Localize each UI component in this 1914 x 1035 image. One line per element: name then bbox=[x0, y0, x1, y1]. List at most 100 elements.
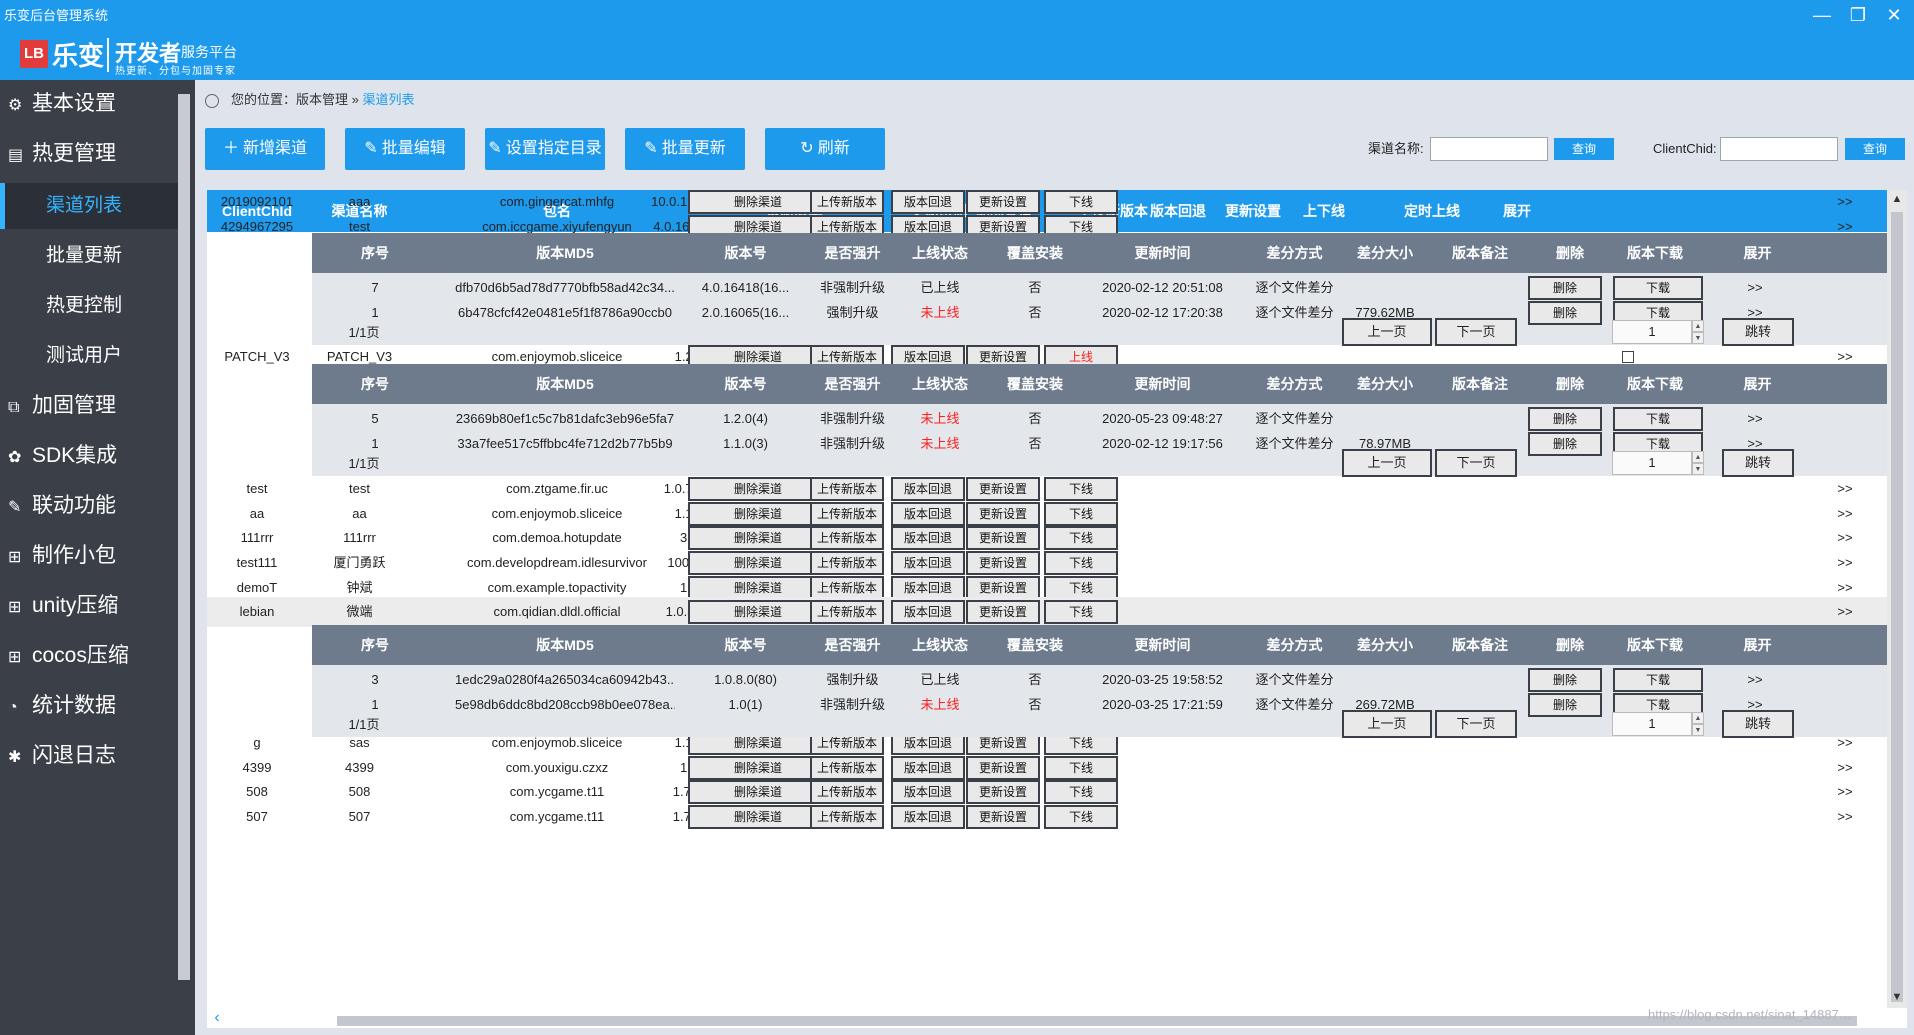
nav-cocos-compress[interactable]: ⊞ cocos压缩 bbox=[0, 632, 178, 680]
add-channel-button[interactable]: ＋新增渠道 bbox=[205, 128, 325, 170]
horizontal-scroll-thumb[interactable] bbox=[337, 1016, 1857, 1026]
next-page-button[interactable]: 下一页 bbox=[1435, 710, 1517, 738]
page-number-input[interactable]: 1 bbox=[1612, 451, 1692, 475]
offline-button[interactable]: 下线 bbox=[1044, 780, 1118, 804]
delete-channel-button[interactable]: 删除渠道 bbox=[688, 526, 828, 550]
update-settings-button[interactable]: 更新设置 bbox=[966, 805, 1040, 829]
offline-button[interactable]: 下线 bbox=[1044, 526, 1118, 550]
next-page-button[interactable]: 下一页 bbox=[1435, 449, 1517, 477]
update-settings-button[interactable]: 更新设置 bbox=[966, 190, 1040, 214]
delete-channel-button[interactable]: 删除渠道 bbox=[688, 551, 828, 575]
nav-basic-settings[interactable]: ⚙ 基本设置 bbox=[0, 80, 178, 128]
delete-version-button[interactable]: 删除 bbox=[1528, 668, 1602, 692]
subtable-header: 序号 版本MD5 版本号 是否强升 上线状态 覆盖安装 更新时间 差分方式 差分大小 版本备注 删除… bbox=[312, 364, 1887, 404]
upload-version-button[interactable]: 上传新版本 bbox=[810, 600, 884, 624]
channel-query-button[interactable]: 查询 bbox=[1554, 138, 1614, 160]
page-number-input[interactable]: 1 bbox=[1612, 712, 1692, 736]
delete-version-button[interactable]: 删除 bbox=[1528, 432, 1602, 456]
delete-channel-button[interactable]: 删除渠道 bbox=[688, 780, 828, 804]
page-stepper-down[interactable]: ▼ bbox=[1692, 332, 1704, 344]
set-directory-button[interactable]: ✎ 设置指定目录 bbox=[485, 128, 605, 170]
delete-version-button[interactable]: 删除 bbox=[1528, 693, 1602, 717]
clientchid-query-button[interactable]: 查询 bbox=[1845, 138, 1905, 160]
nav-test-users[interactable]: 测试用户 bbox=[0, 333, 178, 379]
rollback-button[interactable]: 版本回退 bbox=[891, 805, 965, 829]
vertical-scroll-thumb[interactable] bbox=[1891, 212, 1903, 1002]
rollback-button[interactable]: 版本回退 bbox=[891, 600, 965, 624]
upload-version-button[interactable]: 上传新版本 bbox=[810, 551, 884, 575]
offline-button[interactable]: 下线 bbox=[1044, 190, 1118, 214]
nav-unity-compress[interactable]: ⊞ unity压缩 bbox=[0, 582, 178, 630]
download-version-button[interactable]: 下载 bbox=[1613, 668, 1703, 692]
delete-version-button[interactable]: 删除 bbox=[1528, 276, 1602, 300]
rollback-button[interactable]: 版本回退 bbox=[891, 477, 965, 501]
upload-version-button[interactable]: 上传新版本 bbox=[810, 805, 884, 829]
page-stepper-up[interactable]: ▲ bbox=[1692, 712, 1704, 724]
scroll-up-arrow[interactable]: ▲ bbox=[1887, 190, 1907, 208]
nav-small-pack[interactable]: ⊞ 制作小包 bbox=[0, 532, 178, 580]
upload-version-button[interactable]: 上传新版本 bbox=[810, 526, 884, 550]
nav-linkage[interactable]: ✎ 联动功能 bbox=[0, 482, 178, 530]
breadcrumb-current[interactable]: 渠道列表 bbox=[363, 92, 415, 107]
rollback-button[interactable]: 版本回退 bbox=[891, 780, 965, 804]
offline-button[interactable]: 下线 bbox=[1044, 477, 1118, 501]
restore-button[interactable]: ❐ bbox=[1840, 2, 1876, 28]
nav-sdk[interactable]: ✿ SDK集成 bbox=[0, 432, 178, 480]
update-settings-button[interactable]: 更新设置 bbox=[966, 477, 1040, 501]
offline-button[interactable]: 下线 bbox=[1044, 551, 1118, 575]
delete-version-button[interactable]: 删除 bbox=[1528, 301, 1602, 325]
prev-page-button[interactable]: 上一页 bbox=[1342, 318, 1432, 346]
breadcrumb-parent[interactable]: 版本管理 bbox=[296, 92, 348, 107]
delete-version-button[interactable]: 删除 bbox=[1528, 407, 1602, 431]
download-version-button[interactable]: 下载 bbox=[1613, 407, 1703, 431]
page-stepper-down[interactable]: ▼ bbox=[1692, 724, 1704, 736]
scroll-down-arrow[interactable]: ▼ bbox=[1887, 988, 1907, 1006]
schedule-checkbox[interactable] bbox=[1622, 351, 1634, 363]
minimize-button[interactable]: — bbox=[1804, 2, 1840, 28]
batch-edit-button[interactable]: ✎ 批量编辑 bbox=[345, 128, 465, 170]
page-stepper-up[interactable]: ▲ bbox=[1692, 320, 1704, 332]
rollback-button[interactable]: 版本回退 bbox=[891, 551, 965, 575]
nav-batch-update[interactable]: 批量更新 bbox=[0, 233, 178, 279]
update-settings-button[interactable]: 更新设置 bbox=[966, 600, 1040, 624]
page-stepper-down[interactable]: ▼ bbox=[1692, 463, 1704, 475]
delete-channel-button[interactable]: 删除渠道 bbox=[688, 477, 828, 501]
download-version-button[interactable]: 下载 bbox=[1613, 276, 1703, 300]
nav-channel-list[interactable]: 渠道列表 bbox=[0, 183, 178, 229]
prev-page-button[interactable]: 上一页 bbox=[1342, 710, 1432, 738]
batch-update-button[interactable]: ✎ 批量更新 bbox=[625, 128, 745, 170]
nav-reinforce[interactable]: ⧉ 加固管理 bbox=[0, 382, 178, 430]
update-settings-button[interactable]: 更新设置 bbox=[966, 780, 1040, 804]
page-stepper-up[interactable]: ▲ bbox=[1692, 451, 1704, 463]
update-settings-button[interactable]: 更新设置 bbox=[966, 551, 1040, 575]
expand-toggle[interactable]: >> bbox=[1820, 802, 1870, 832]
channel-name-input[interactable] bbox=[1430, 137, 1548, 161]
jump-page-button[interactable]: 跳转 bbox=[1722, 318, 1794, 346]
delete-channel-button[interactable]: 删除渠道 bbox=[688, 600, 828, 624]
scroll-left-arrow[interactable]: ‹ bbox=[207, 1008, 227, 1028]
nav-hot-update[interactable]: ▤ 热更管理 bbox=[0, 130, 178, 178]
delete-channel-button[interactable]: 删除渠道 bbox=[688, 190, 828, 214]
clientchid-input[interactable] bbox=[1720, 137, 1838, 161]
rollback-button[interactable]: 版本回退 bbox=[891, 190, 965, 214]
page-number-input[interactable]: 1 bbox=[1612, 320, 1692, 344]
update-settings-button[interactable]: 更新设置 bbox=[966, 526, 1040, 550]
expand-toggle[interactable]: >> bbox=[1820, 597, 1870, 627]
offline-button[interactable]: 下线 bbox=[1044, 600, 1118, 624]
nav-statistics[interactable]: ◔ 统计数据 bbox=[0, 682, 178, 730]
nav-hot-control[interactable]: 热更控制 bbox=[0, 283, 178, 329]
next-page-button[interactable]: 下一页 bbox=[1435, 318, 1517, 346]
refresh-button[interactable]: ↻ 刷新 bbox=[765, 128, 885, 170]
jump-page-button[interactable]: 跳转 bbox=[1722, 710, 1794, 738]
close-button[interactable]: ✕ bbox=[1876, 2, 1912, 28]
sidebar-scrollbar[interactable] bbox=[178, 94, 190, 980]
delete-channel-button[interactable]: 删除渠道 bbox=[688, 805, 828, 829]
upload-version-button[interactable]: 上传新版本 bbox=[810, 780, 884, 804]
upload-version-button[interactable]: 上传新版本 bbox=[810, 190, 884, 214]
offline-button[interactable]: 下线 bbox=[1044, 805, 1118, 829]
upload-version-button[interactable]: 上传新版本 bbox=[810, 477, 884, 501]
jump-page-button[interactable]: 跳转 bbox=[1722, 449, 1794, 477]
prev-page-button[interactable]: 上一页 bbox=[1342, 449, 1432, 477]
nav-crash-log[interactable]: ✱ 闪退日志 bbox=[0, 732, 178, 780]
rollback-button[interactable]: 版本回退 bbox=[891, 526, 965, 550]
